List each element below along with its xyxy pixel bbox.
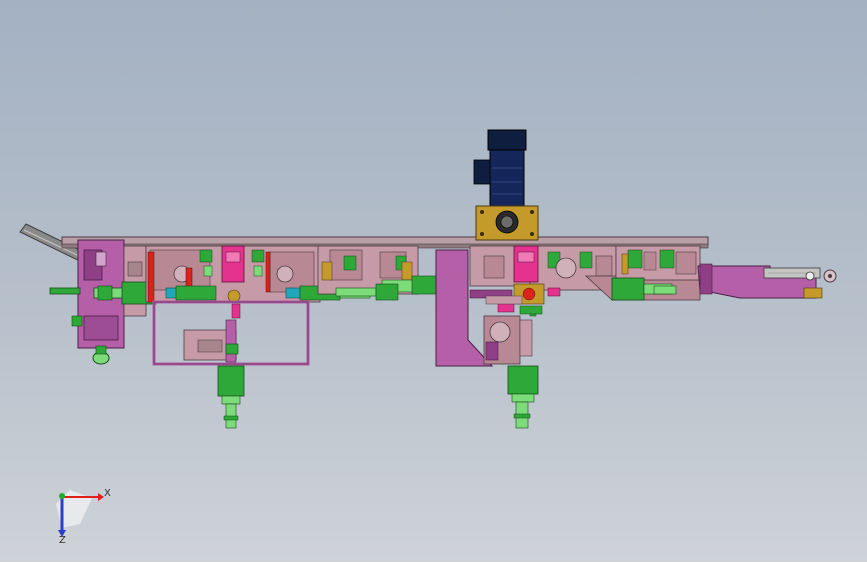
station-1-lower-frame xyxy=(152,300,310,429)
axis-triad: X Z xyxy=(56,488,111,546)
right-extension xyxy=(697,263,837,299)
y-axis-marker xyxy=(59,493,65,499)
x-axis-label: X xyxy=(104,488,111,499)
motor-assembly xyxy=(473,129,539,241)
z-axis-label: Z xyxy=(59,535,66,546)
cad-viewport[interactable]: X Z xyxy=(0,0,867,562)
